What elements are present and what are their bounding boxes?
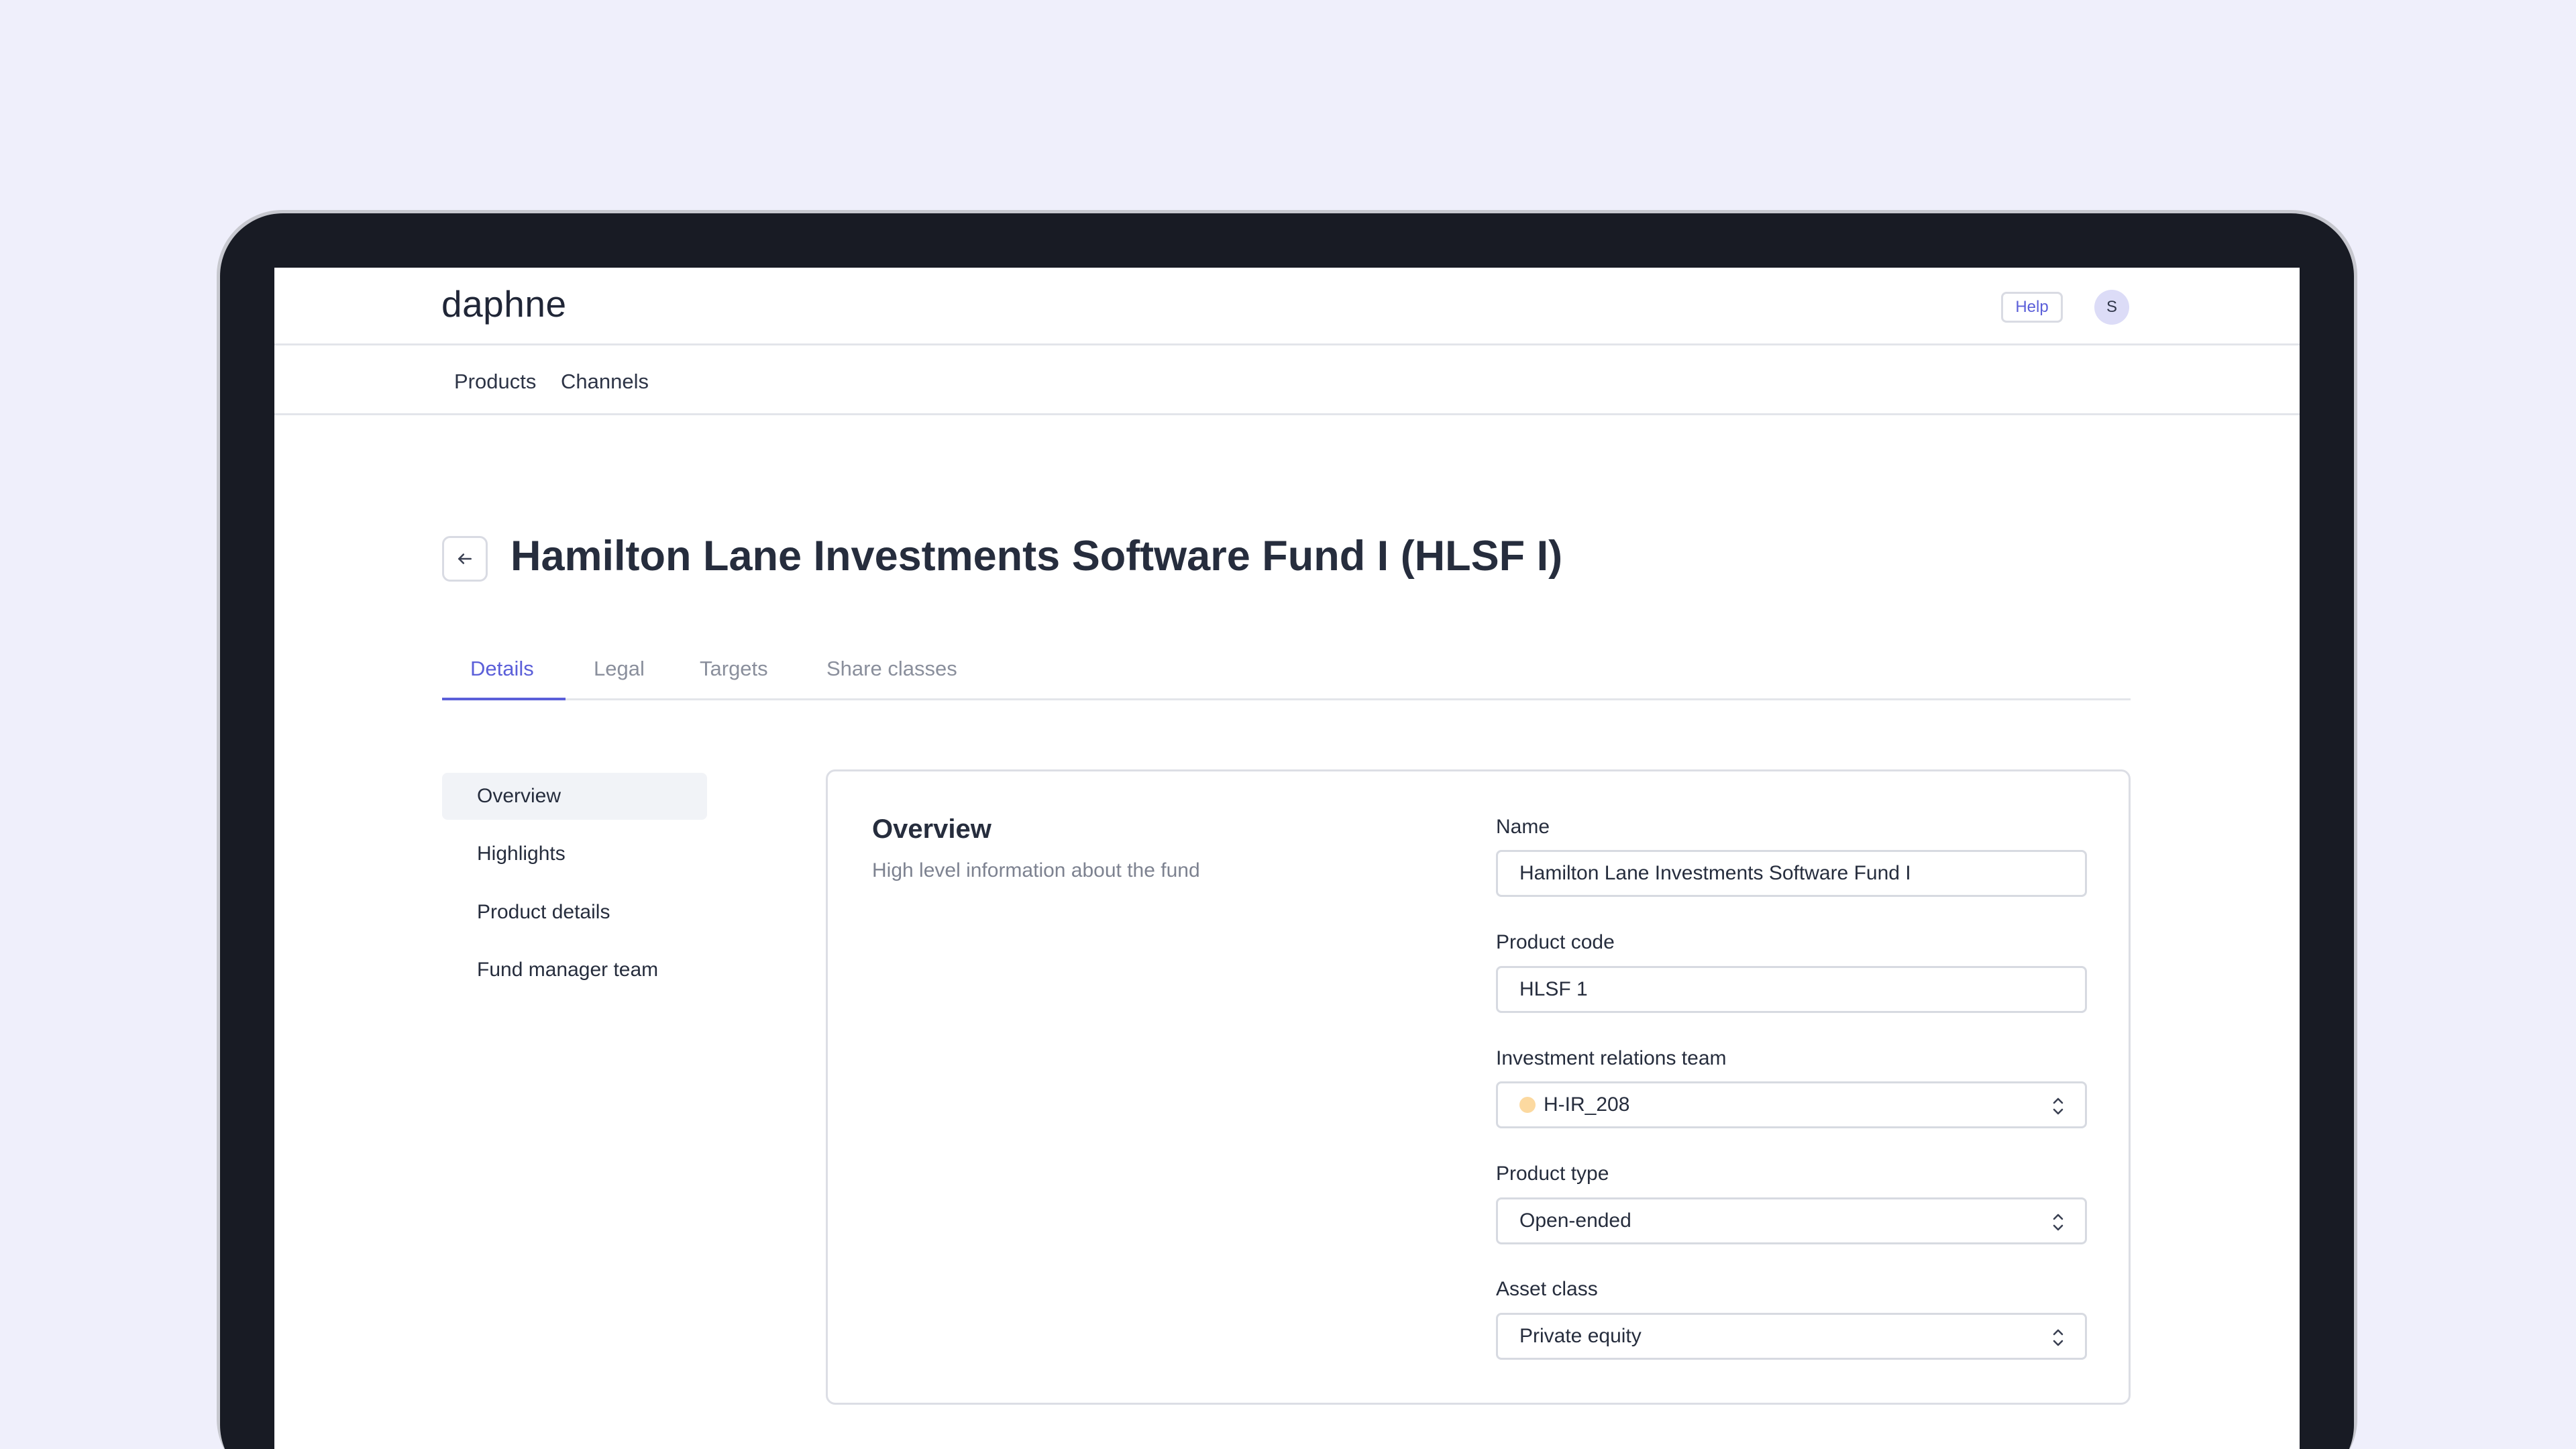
section-title: Overview: [872, 814, 991, 844]
back-button[interactable]: [442, 536, 488, 582]
arrow-left-icon: [458, 553, 472, 564]
sidenav-item-overview[interactable]: Overview: [442, 773, 707, 820]
nav-item-channels[interactable]: Channels: [561, 370, 649, 394]
chevron-up-down-icon: [2053, 1214, 2063, 1231]
section-description: High level information about the fund: [872, 859, 1200, 881]
app-logo[interactable]: daphne: [441, 282, 567, 325]
chevron-up-down-icon: [2053, 1329, 2063, 1346]
ir-team-select[interactable]: H-IR_208: [1496, 1081, 2087, 1128]
team-color-dot: [1519, 1097, 1536, 1113]
help-button[interactable]: Help: [2001, 292, 2063, 323]
ir-team-value: H-IR_208: [1544, 1093, 1630, 1116]
tab-legal[interactable]: Legal: [594, 657, 645, 681]
ir-team-label: Investment relations team: [1496, 1047, 1727, 1069]
tab-bar: Details Legal Targets Share classes: [442, 645, 2131, 700]
product-type-label: Product type: [1496, 1163, 1609, 1185]
asset-class-select[interactable]: Private equity: [1496, 1313, 2087, 1360]
overview-card: Overview High level information about th…: [826, 769, 2131, 1405]
product-code-label: Product code: [1496, 931, 1615, 953]
app-screen: daphne Help S Products Channels Hamilton…: [274, 268, 2300, 1449]
tab-share-classes[interactable]: Share classes: [826, 657, 957, 681]
nav-item-products[interactable]: Products: [454, 370, 536, 394]
page-title: Hamilton Lane Investments Software Fund …: [511, 533, 1563, 580]
product-type-select[interactable]: Open-ended: [1496, 1197, 2087, 1244]
sidenav-item-fund-manager-team[interactable]: Fund manager team: [442, 947, 707, 994]
asset-class-value: Private equity: [1519, 1325, 1642, 1347]
sidenav-item-highlights[interactable]: Highlights: [442, 830, 707, 877]
asset-class-label: Asset class: [1496, 1278, 1598, 1300]
name-label: Name: [1496, 816, 1550, 838]
name-value: Hamilton Lane Investments Software Fund …: [1519, 862, 1911, 884]
name-field[interactable]: Hamilton Lane Investments Software Fund …: [1496, 850, 2087, 897]
product-code-field[interactable]: HLSF 1: [1496, 966, 2087, 1013]
sidenav-item-product-details[interactable]: Product details: [442, 889, 707, 936]
product-code-value: HLSF 1: [1519, 978, 1588, 1000]
tab-details[interactable]: Details: [470, 657, 534, 681]
active-tab-indicator: [442, 698, 566, 700]
chevron-up-down-icon: [2053, 1097, 2063, 1115]
top-bar: daphne Help S: [274, 268, 2300, 345]
main-nav: Products Channels: [274, 345, 2300, 415]
user-avatar[interactable]: S: [2094, 290, 2129, 325]
tab-targets[interactable]: Targets: [700, 657, 768, 681]
product-type-value: Open-ended: [1519, 1210, 1631, 1232]
